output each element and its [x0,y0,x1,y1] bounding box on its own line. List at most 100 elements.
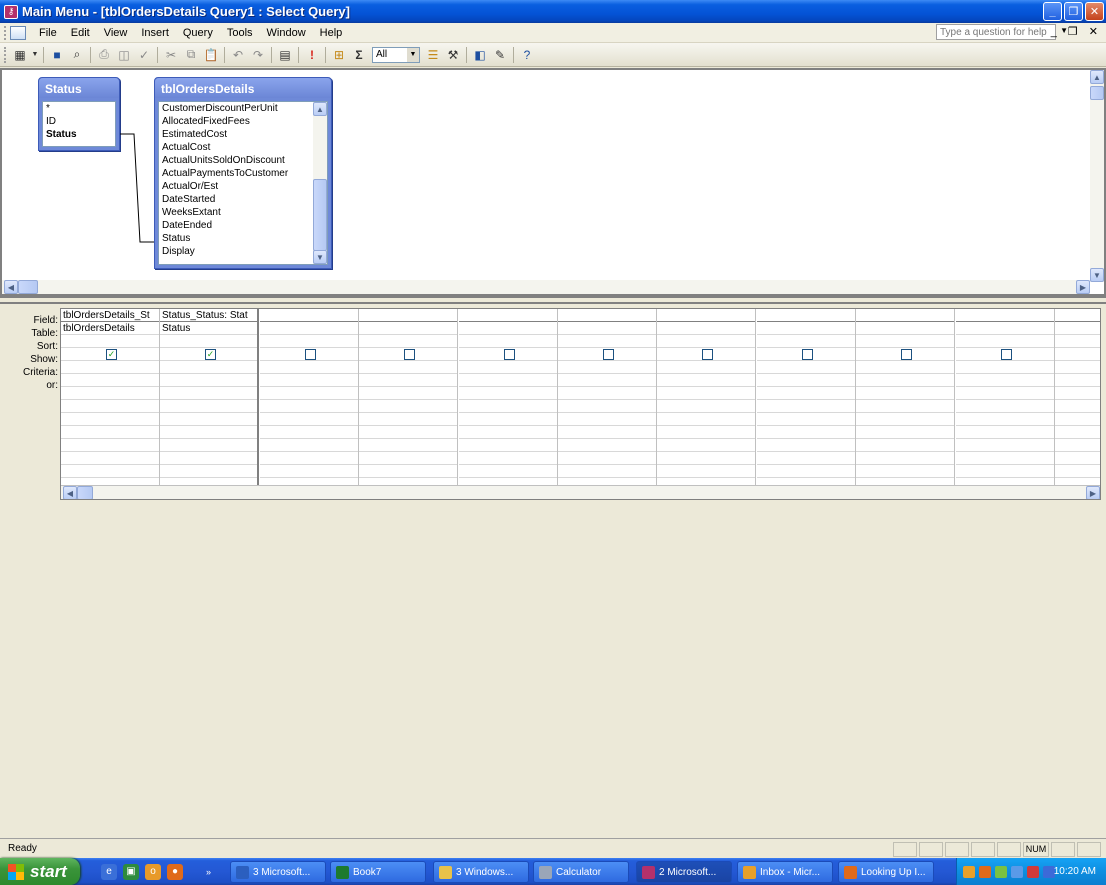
sort-cell[interactable] [459,335,557,348]
table-cell[interactable] [1055,322,1100,335]
scroll-thumb[interactable] [18,280,38,294]
or-cell[interactable] [61,465,159,478]
or-cell[interactable] [757,413,855,426]
or-cell[interactable] [856,374,954,387]
or-cell[interactable] [260,439,358,452]
view-icon[interactable]: ▦ [11,46,29,64]
criteria-cell[interactable] [260,361,358,374]
close-button[interactable]: ✕ [1085,2,1104,21]
mdi-window-controls[interactable]: _ ❐ ✕ [1051,25,1102,38]
table-cell[interactable] [459,322,557,335]
help-search-input[interactable]: Type a question for help [936,24,1056,40]
tray-app-icon[interactable] [963,865,975,878]
or-cell[interactable] [260,426,358,439]
scroll-left-icon[interactable]: ◀ [63,486,77,499]
or-cell[interactable] [160,439,257,452]
top-values-select[interactable]: All ▼ [372,46,420,63]
run-icon[interactable]: ! [303,46,321,64]
show-checkbox[interactable] [404,349,415,360]
show-cell[interactable] [260,348,358,361]
grid-column[interactable] [359,309,458,485]
taskbar-button[interactable]: 3 Windows... [433,861,529,883]
toolbar-grip[interactable] [4,46,7,63]
sort-cell[interactable] [856,335,954,348]
or-cell[interactable] [856,426,954,439]
table-cell[interactable] [757,322,855,335]
or-cell[interactable] [956,465,1054,478]
menu-window[interactable]: Window [260,27,313,39]
sort-cell[interactable] [657,335,755,348]
table-cell[interactable] [956,322,1054,335]
or-cell[interactable] [359,465,457,478]
show-cell[interactable] [359,348,457,361]
totals-icon[interactable]: Σ [350,46,368,64]
table-cell[interactable] [856,322,954,335]
or-cell[interactable] [61,400,159,413]
or-cell[interactable] [260,374,358,387]
or-cell[interactable] [359,439,457,452]
or-cell[interactable] [359,387,457,400]
or-cell[interactable] [260,465,358,478]
minimize-button[interactable]: _ [1043,2,1062,21]
taskbar-button[interactable]: Inbox - Micr... [737,861,833,883]
join-line[interactable] [2,70,402,270]
show-cell[interactable] [459,348,557,361]
show-cell[interactable]: ✓ [160,348,257,361]
spelling-icon[interactable]: ✓ [135,46,153,64]
grid-column[interactable] [956,309,1055,485]
show-checkbox[interactable] [1001,349,1012,360]
field-cell[interactable] [260,309,358,322]
or-cell[interactable] [459,452,557,465]
or-cell[interactable] [459,374,557,387]
field-cell[interactable] [856,309,954,322]
scroll-right-icon[interactable]: ▶ [1076,280,1090,294]
sort-cell[interactable] [260,335,358,348]
or-cell[interactable] [657,452,755,465]
save-icon[interactable]: ■ [48,46,66,64]
or-cell[interactable] [459,387,557,400]
menu-query[interactable]: Query [176,27,220,39]
grid-column[interactable]: tblOrdersDetails_St tblOrdersDetails ✓ [61,309,160,485]
or-cell[interactable] [558,400,656,413]
or-cell[interactable] [160,452,257,465]
or-cell[interactable] [359,452,457,465]
criteria-cell[interactable] [1055,361,1100,374]
or-cell[interactable] [160,426,257,439]
or-cell[interactable] [61,374,159,387]
or-cell[interactable] [956,374,1054,387]
or-cell[interactable] [160,413,257,426]
or-cell[interactable] [1055,413,1100,426]
show-checkbox[interactable] [702,349,713,360]
print-preview-icon[interactable]: ◫ [115,46,133,64]
or-cell[interactable] [160,374,257,387]
database-window-icon[interactable]: ◧ [471,46,489,64]
undo-icon[interactable]: ↶ [229,46,247,64]
or-cell[interactable] [856,465,954,478]
tray-network-icon[interactable] [995,865,1007,878]
grid-column[interactable] [757,309,856,485]
view-dropdown-icon[interactable]: ▼ [31,46,39,64]
design-pane-vscroll[interactable]: ▲ ▼ [1090,70,1104,282]
or-cell[interactable] [61,387,159,400]
or-cell[interactable] [61,439,159,452]
or-cell[interactable] [359,374,457,387]
field-cell[interactable] [359,309,457,322]
table-design-pane[interactable]: Status * ID Status tblOrdersDetails ▲ ▼ Cu… [0,68,1106,296]
scroll-up-icon[interactable]: ▲ [1090,70,1104,84]
show-table-icon[interactable]: ⊞ [330,46,348,64]
scroll-thumb[interactable] [1090,86,1104,100]
tray-antivirus-icon[interactable] [1027,865,1039,878]
or-cell[interactable] [260,387,358,400]
sort-cell[interactable] [61,335,159,348]
or-cell[interactable] [956,413,1054,426]
ie-quicklaunch-icon[interactable]: e [101,863,117,880]
criteria-cell[interactable] [558,361,656,374]
menu-file[interactable]: File [32,27,64,39]
show-checkbox[interactable]: ✓ [205,349,216,360]
grid-column[interactable] [1055,309,1100,485]
criteria-cell[interactable] [956,361,1054,374]
grid-column[interactable] [459,309,558,485]
search-icon[interactable]: ⌕ [68,46,86,64]
field-cell[interactable]: tblOrdersDetails_St [61,309,159,322]
show-cell[interactable] [558,348,656,361]
